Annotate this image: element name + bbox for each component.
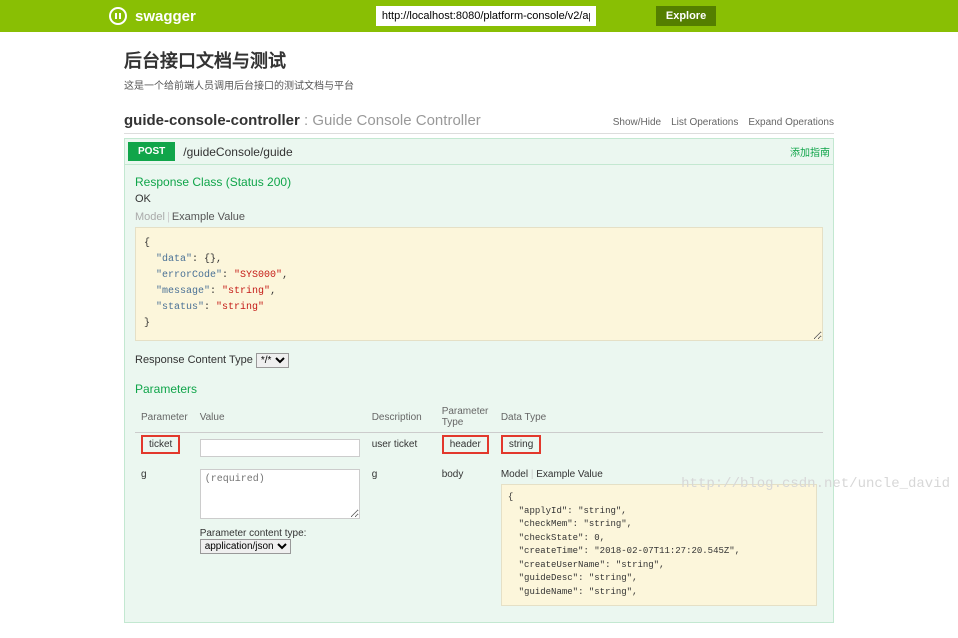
- page-title: 后台接口文档与测试: [124, 47, 834, 73]
- g-ptype: body: [436, 463, 495, 612]
- header-bar: swagger Explore: [0, 0, 958, 32]
- http-method-badge: POST: [128, 142, 175, 161]
- ticket-value-input[interactable]: [200, 439, 360, 457]
- table-row: ticket user ticket header string: [135, 433, 823, 464]
- ticket-dtype: string: [501, 435, 541, 454]
- param-content-type-label: Parameter content type:: [200, 528, 307, 539]
- watermark: http://blog.csdn.net/uncle_david: [681, 476, 950, 492]
- col-description: Description: [366, 402, 436, 433]
- response-content-type-label: Response Content Type: [135, 354, 253, 366]
- ticket-desc: user ticket: [366, 433, 436, 464]
- brand-text: swagger: [135, 8, 196, 25]
- explore-button[interactable]: Explore: [656, 6, 716, 26]
- swagger-icon: [109, 7, 127, 25]
- param-content-type-select[interactable]: application/json: [200, 539, 291, 554]
- api-url-input[interactable]: [376, 6, 596, 26]
- show-hide-link[interactable]: Show/Hide: [613, 117, 661, 128]
- col-parameter: Parameter: [135, 402, 194, 433]
- response-content-type-select[interactable]: */*: [256, 353, 289, 368]
- parameters-table: Parameter Value Description Parameter Ty…: [135, 402, 823, 612]
- param-name-g: g: [135, 463, 194, 612]
- list-ops-link[interactable]: List Operations: [671, 117, 738, 128]
- expand-ops-link[interactable]: Expand Operations: [748, 117, 834, 128]
- g-desc: g: [366, 463, 436, 612]
- tab-example-value[interactable]: Example Value: [172, 211, 245, 223]
- swagger-logo: swagger: [109, 7, 196, 25]
- g-value-textarea[interactable]: [200, 469, 360, 519]
- op-path: /guideConsole/guide: [183, 145, 292, 159]
- tab-model[interactable]: Model: [135, 211, 165, 223]
- param-name-ticket: ticket: [141, 435, 180, 454]
- op-action-link[interactable]: 添加指南: [790, 144, 830, 159]
- col-value: Value: [194, 402, 366, 433]
- controller-name[interactable]: guide-console-controller: [124, 112, 300, 129]
- tab-example-value[interactable]: Example Value: [536, 469, 603, 480]
- body-example-box[interactable]: { "applyId": "string", "checkMem": "stri…: [501, 484, 817, 606]
- response-example-box[interactable]: { "data": {}, "errorCode": "SYS000", "me…: [135, 227, 823, 341]
- response-ok: OK: [135, 193, 823, 205]
- operation-row[interactable]: POST /guideConsole/guide 添加指南: [124, 138, 834, 165]
- controller-desc: : Guide Console Controller: [300, 112, 481, 129]
- parameters-heading: Parameters: [135, 382, 823, 396]
- response-class-heading: Response Class (Status 200): [135, 175, 823, 189]
- ticket-ptype: header: [442, 435, 489, 454]
- tab-model[interactable]: Model: [501, 469, 528, 480]
- page-desc: 这是一个给前端人员调用后台接口的测试文档与平台: [124, 77, 834, 92]
- operation-body: Response Class (Status 200) OK Model|Exa…: [124, 165, 834, 623]
- api-header: guide-console-controller : Guide Console…: [124, 112, 834, 134]
- col-data-type: Data Type: [495, 402, 823, 433]
- col-param-type: Parameter Type: [436, 402, 495, 433]
